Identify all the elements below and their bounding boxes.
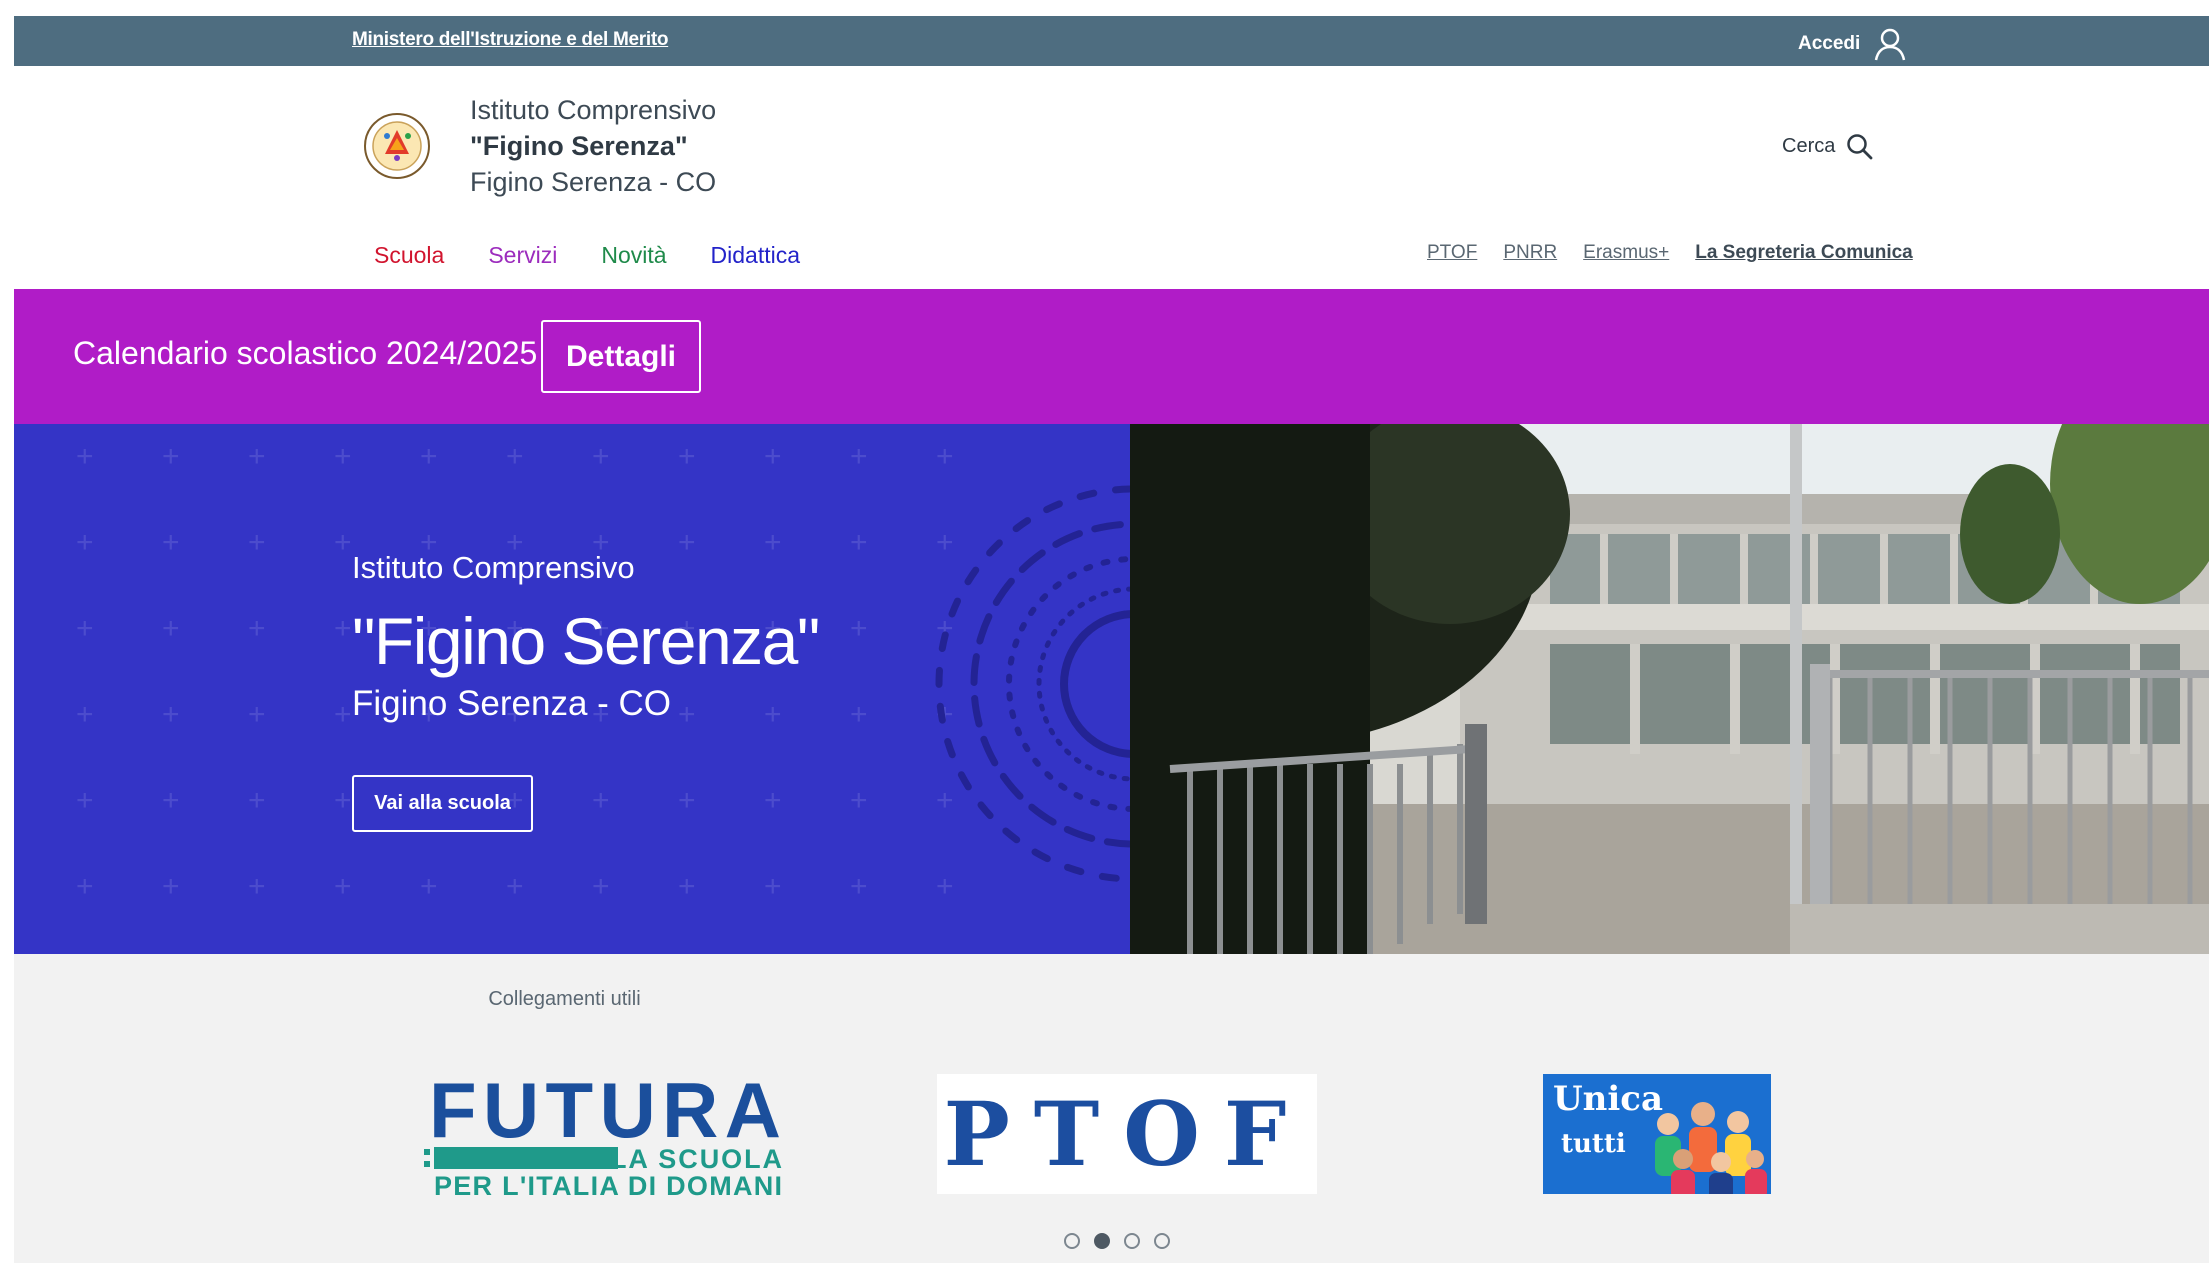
hero-line3: Figino Serenza - CO [352, 684, 672, 723]
nav-item-novita[interactable]: Novità [601, 242, 666, 269]
banner-label: Calendario scolastico 2024/2025 [73, 335, 538, 371]
search-icon [1847, 134, 1873, 160]
decorative-plus: + [850, 440, 868, 473]
calendar-banner: Calendario scolastico 2024/2025 Dettagli [14, 289, 2209, 424]
decorative-plus: + [334, 612, 352, 645]
hero-title-block: Istituto Comprensivo "Figino Serenza" Fi… [352, 550, 820, 724]
school-name-line3: Figino Serenza - CO [470, 167, 717, 197]
decorative-plus: + [76, 612, 94, 645]
carousel-dot-2[interactable] [1094, 1233, 1110, 1249]
decorative-plus: + [248, 870, 266, 903]
nav-item-scuola[interactable]: Scuola [374, 242, 444, 269]
login-button[interactable]: Accedi [1798, 26, 1908, 62]
decorative-plus: + [764, 870, 782, 903]
decorative-plus: + [162, 870, 180, 903]
school-name-line1: Istituto Comprensivo [470, 95, 717, 125]
decorative-plus: + [764, 440, 782, 473]
futura-line2: LA SCUOLA [610, 1144, 782, 1174]
carousel-pagination [1064, 1233, 1170, 1249]
decorative-plus: + [248, 526, 266, 559]
decorative-plus: + [76, 784, 94, 817]
decorative-plus: + [162, 784, 180, 817]
futura-logo-link[interactable]: FUTURA LA SCUOLA PER L'ITALIA DI DOMANI [424, 1069, 786, 1199]
ministry-link[interactable]: Ministero dell'Istruzione e del Merito [352, 29, 668, 51]
carousel-dot-3[interactable] [1124, 1233, 1140, 1249]
decorative-circles [935, 485, 1130, 883]
decorative-plus: + [334, 440, 352, 473]
decorative-plus: + [506, 870, 524, 903]
decorative-plus: + [76, 526, 94, 559]
decorative-plus: + [420, 440, 438, 473]
ptof-logo-text: PTOF [943, 1082, 1311, 1186]
decorative-plus: + [850, 698, 868, 731]
nav-item-servizi[interactable]: Servizi [488, 242, 557, 269]
decorative-plus: + [764, 784, 782, 817]
decorative-plus: + [592, 440, 610, 473]
nav-item-didattica[interactable]: Didattica [711, 242, 800, 269]
decorative-plus: + [248, 440, 266, 473]
school-name[interactable]: Istituto Comprensivo "Figino Serenza" Fi… [470, 92, 716, 200]
decorative-plus: + [334, 698, 352, 731]
secondary-navigation: PTOF PNRR Erasmus+ La Segreteria Comunic… [1427, 242, 1913, 264]
site-header: Istituto Comprensivo "Figino Serenza" Fi… [14, 66, 2209, 289]
decorative-plus: + [850, 784, 868, 817]
search-label: Cerca [1782, 134, 1836, 157]
school-name-line2: "Figino Serenza" [470, 131, 688, 161]
useful-links-title: Collegamenti utili [488, 988, 641, 1010]
details-button[interactable]: Dettagli [541, 320, 701, 393]
school-logo[interactable] [360, 106, 434, 186]
decorative-plus: + [334, 784, 352, 817]
decorative-plus: + [936, 440, 954, 473]
hero-title: "Figino Serenza" [352, 604, 820, 678]
decorative-plus: + [76, 440, 94, 473]
decorative-plus: + [678, 440, 696, 473]
decorative-plus: + [420, 870, 438, 903]
unica-line1: Unica [1553, 1079, 1663, 1119]
decorative-plus: + [248, 698, 266, 731]
decorative-plus: + [334, 526, 352, 559]
carousel-dot-4[interactable] [1154, 1233, 1170, 1249]
unica-logo-link[interactable]: Unica tutti [1543, 1074, 1771, 1194]
ptof-logo-link[interactable]: PTOF [937, 1074, 1317, 1194]
login-label: Accedi [1798, 33, 1861, 54]
decorative-plus: + [506, 440, 524, 473]
search-button[interactable]: Cerca [1782, 132, 1873, 160]
main-navigation: Scuola Servizi Novità Didattica [374, 242, 800, 269]
decorative-plus: + [162, 440, 180, 473]
hero-line1: Istituto Comprensivo [352, 550, 635, 585]
link-segreteria-comunica[interactable]: La Segreteria Comunica [1695, 242, 1913, 264]
carousel-dot-1[interactable] [1064, 1233, 1080, 1249]
decorative-plus: + [678, 870, 696, 903]
decorative-plus: + [334, 870, 352, 903]
decorative-plus: + [850, 612, 868, 645]
go-to-school-button[interactable]: Vai alla scuola [352, 775, 533, 832]
decorative-plus: + [248, 784, 266, 817]
decorative-plus: + [162, 526, 180, 559]
user-icon [1875, 28, 1906, 61]
decorative-plus: + [678, 784, 696, 817]
unica-line2: tutti [1561, 1129, 1626, 1159]
top-bar: Ministero dell'Istruzione e del Merito A… [14, 16, 2209, 66]
decorative-plus: + [76, 870, 94, 903]
decorative-plus: + [592, 870, 610, 903]
useful-links-section: Collegamenti utili FUTURA LA SCUOLA PER … [14, 954, 2209, 1263]
link-ptof[interactable]: PTOF [1427, 242, 1477, 264]
hero-panel: + + + + + + + + + + + + + + + + + + + + + + + + + + + + + + + + + + + + + + + +… [14, 424, 1130, 954]
decorative-plus: + [76, 698, 94, 731]
decorative-plus: + [592, 784, 610, 817]
decorative-plus: + [162, 612, 180, 645]
decorative-plus: + [850, 526, 868, 559]
link-pnrr[interactable]: PNRR [1503, 242, 1557, 264]
hero-section: + + + + + + + + + + + + + + + + + + + + + + + + + + + + + + + + + + + + + + + +… [14, 424, 2209, 954]
school-building-photo [1130, 424, 2209, 954]
futura-line3: PER L'ITALIA DI DOMANI [434, 1171, 782, 1199]
decorative-plus: + [850, 870, 868, 903]
decorative-plus: + [162, 698, 180, 731]
futura-line1: FUTURA [429, 1069, 781, 1154]
link-erasmus[interactable]: Erasmus+ [1583, 242, 1669, 264]
decorative-plus: + [248, 612, 266, 645]
